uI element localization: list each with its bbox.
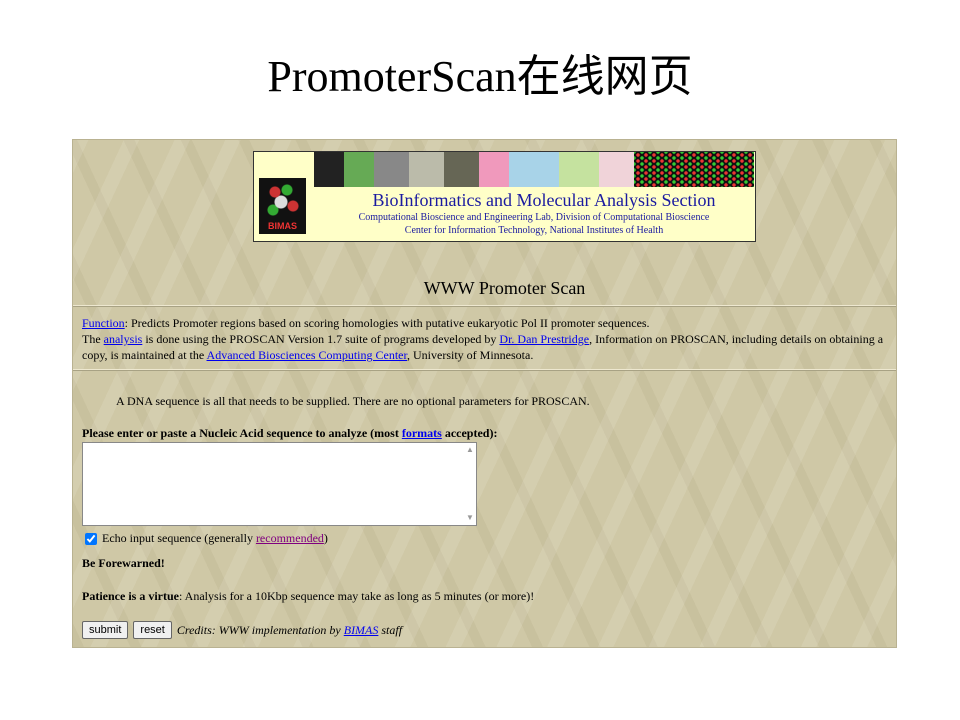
function-text: : Predicts Promoter regions based on sco… xyxy=(124,316,650,330)
browser-screenshot: BIMAS BioInformatics and Molecular Analy… xyxy=(72,139,897,648)
credits-text: Credits: WWW implementation by xyxy=(176,622,344,637)
banner-photo-strip xyxy=(314,152,479,187)
echo-label-text: Echo input sequence (generally xyxy=(102,531,256,545)
banner-microarray-strip xyxy=(634,152,754,187)
echo-label: Echo input sequence (generally recommend… xyxy=(102,531,328,546)
patience-bold: Patience is a virtue xyxy=(82,589,179,603)
divider xyxy=(73,369,896,371)
credits-after: staff xyxy=(378,622,403,637)
the-text: The xyxy=(82,332,104,346)
credits: Credits: WWW implementation by BIMAS sta… xyxy=(177,623,402,638)
page-heading: WWW Promoter Scan xyxy=(423,278,586,298)
echo-label-close: ) xyxy=(323,531,328,545)
author-link[interactable]: Dr. Dan Prestridge xyxy=(499,332,589,346)
dna-note: A DNA sequence is all that needs to be s… xyxy=(116,394,590,408)
slide-title: PromoterScan在线网页 xyxy=(267,52,693,101)
sequence-input[interactable] xyxy=(82,442,477,526)
function-description: Function: Predicts Promoter regions base… xyxy=(82,315,892,363)
formats-link[interactable]: formats xyxy=(402,426,442,440)
promoter-scan-page: BIMAS BioInformatics and Molecular Analy… xyxy=(73,140,896,647)
banner-tree-strip xyxy=(479,152,634,187)
molecule-icon xyxy=(265,182,299,218)
echo-checkbox[interactable] xyxy=(85,532,97,545)
forewarned-heading: Be Forewarned! xyxy=(82,556,165,570)
echo-option: Echo input sequence (generally recommend… xyxy=(85,531,328,546)
sequence-prompt: Please enter or paste a Nucleic Acid seq… xyxy=(82,426,497,441)
form-actions: submit reset Credits: WWW implementation… xyxy=(82,621,402,639)
patience-text: : Analysis for a 10Kbp sequence may take… xyxy=(178,589,535,603)
prompt-text-end: accepted): xyxy=(441,426,498,440)
analysis-text: is done using the PROSCAN Version 1.7 su… xyxy=(142,332,500,346)
university-text: , University of Minnesota. xyxy=(407,348,534,362)
scroll-down-arrow-icon[interactable]: ▼ xyxy=(464,512,476,524)
bimas-logo: BIMAS xyxy=(259,178,306,234)
banner-subtitle-center: Center for Information Technology, Natio… xyxy=(404,225,664,236)
divider xyxy=(73,305,896,307)
logo-text: BIMAS xyxy=(268,221,297,231)
analysis-link[interactable]: analysis xyxy=(104,332,143,346)
bimas-banner: BIMAS BioInformatics and Molecular Analy… xyxy=(253,151,756,242)
banner-subtitle-lab: Computational Bioscience and Engineering… xyxy=(358,212,710,223)
prompt-text: Please enter or paste a Nucleic Acid seq… xyxy=(82,426,402,440)
bimas-link[interactable]: BIMAS xyxy=(344,623,379,637)
computing-center-link[interactable]: Advanced Biosciences Computing Center xyxy=(207,348,407,362)
reset-button[interactable]: reset xyxy=(133,621,172,639)
patience-note: Patience is a virtue: Analysis for a 10K… xyxy=(82,589,534,604)
function-link[interactable]: Function xyxy=(82,316,125,330)
recommended-link[interactable]: recommended xyxy=(256,531,324,545)
scroll-up-arrow-icon[interactable]: ▲ xyxy=(464,444,476,456)
banner-title: BioInformatics and Molecular Analysis Se… xyxy=(372,190,716,210)
submit-button[interactable]: submit xyxy=(82,621,129,639)
